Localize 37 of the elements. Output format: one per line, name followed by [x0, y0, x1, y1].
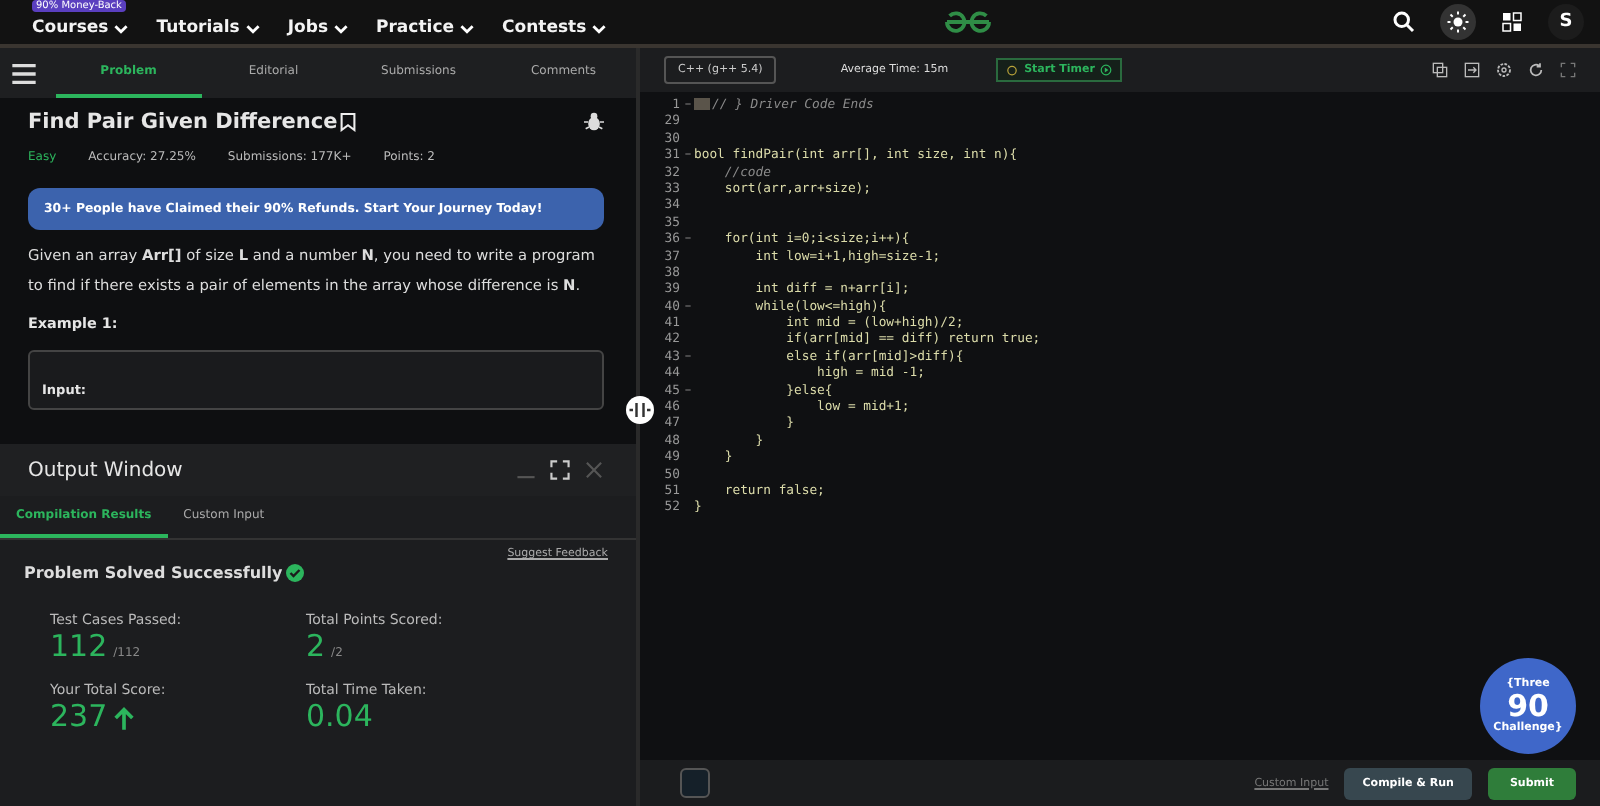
chevron-down-icon [245, 23, 260, 33]
stat-value: 2 [306, 632, 326, 662]
collapsed-code-marker[interactable] [694, 98, 710, 111]
copy-icon[interactable] [1432, 62, 1448, 78]
square-icon[interactable] [680, 768, 710, 798]
problem-title: Find Pair Given Difference [28, 110, 338, 134]
search-icon[interactable] [1391, 10, 1416, 34]
check-circle-icon [286, 564, 305, 582]
play-circle-icon [1100, 64, 1113, 76]
reset-icon[interactable] [1528, 62, 1544, 78]
nav-menu-item[interactable]: Practice [372, 18, 490, 44]
chevron-down-icon [460, 23, 474, 33]
chevron-down-icon [114, 23, 129, 33]
nav-menu-item[interactable]: Courses [28, 18, 145, 44]
nav-menu-item[interactable]: Contests [498, 18, 623, 44]
alarm-icon [1006, 64, 1019, 76]
settings-icon[interactable] [1496, 62, 1512, 78]
fold-toggle-icon[interactable] [683, 100, 691, 109]
menu-icon[interactable] [12, 63, 36, 83]
output-window-title: Output Window [28, 459, 183, 481]
success-message: Problem Solved Successfully [24, 564, 283, 582]
expand-icon[interactable] [550, 460, 570, 480]
stat-value: 0.04 [306, 702, 373, 732]
bug-icon[interactable] [584, 112, 604, 132]
grid-icon[interactable] [1499, 10, 1524, 34]
sun-icon[interactable] [1439, 4, 1476, 40]
fullscreen-icon[interactable] [1560, 62, 1576, 78]
nav-menu-item[interactable]: Jobs [283, 18, 365, 44]
user-avatar[interactable]: S [1547, 4, 1584, 40]
nav-menu-item[interactable]: Tutorials [152, 18, 276, 44]
chevron-down-icon [592, 23, 607, 33]
stat-value: 237 [50, 702, 108, 732]
chevron-down-icon [334, 23, 349, 33]
stat-value: 112 [50, 632, 108, 662]
badge-number: 90 [1507, 691, 1549, 721]
bookmark-icon[interactable] [339, 112, 356, 132]
import-icon[interactable] [1464, 62, 1480, 78]
